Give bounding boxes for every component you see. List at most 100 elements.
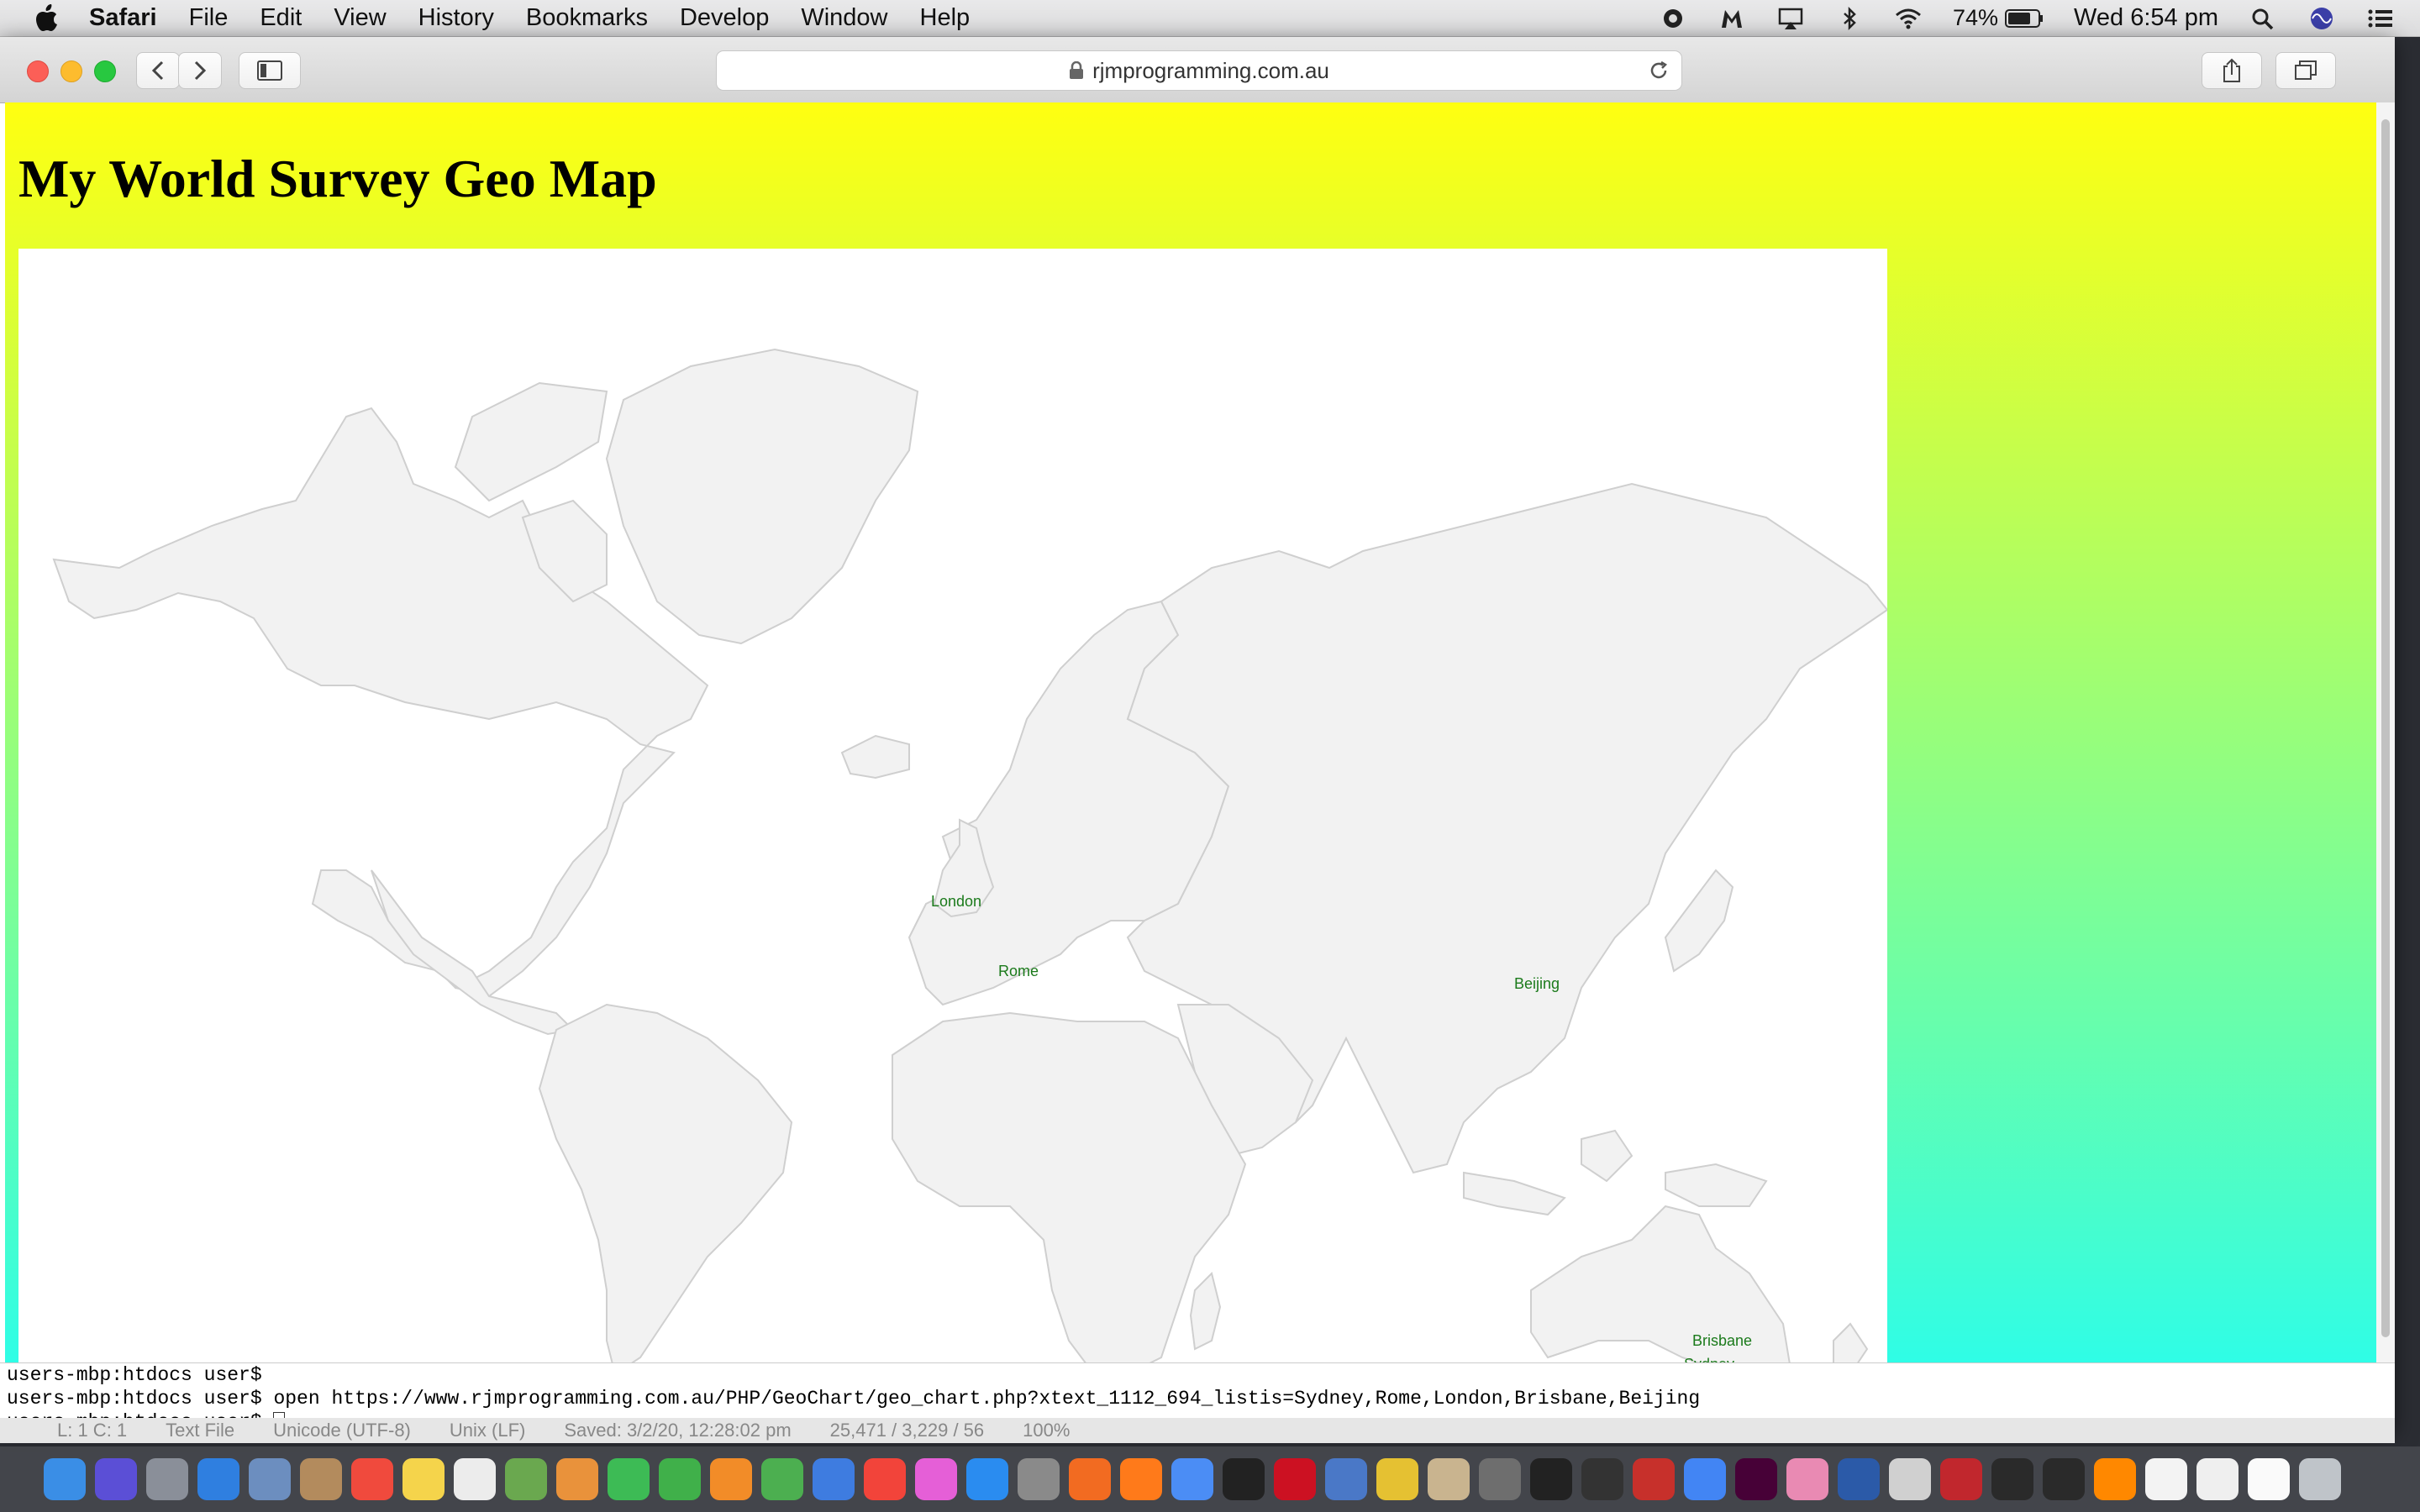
menu-history[interactable]: History	[418, 4, 494, 32]
menu-bookmarks[interactable]: Bookmarks	[526, 4, 648, 32]
finder-icon[interactable]	[44, 1458, 86, 1500]
menu-app-safari[interactable]: Safari	[89, 4, 157, 32]
itunes-icon[interactable]	[915, 1458, 957, 1500]
photo-booth-icon[interactable]	[1633, 1458, 1675, 1500]
marker-rome-label[interactable]: Rome	[998, 963, 1039, 979]
forward-button[interactable]	[178, 52, 222, 89]
address-bar[interactable]: rjmprogramming.com.au	[716, 50, 1682, 91]
marker-sydney-label[interactable]: Sydney	[1684, 1356, 1734, 1362]
north-america-shape	[52, 407, 709, 998]
terminal-line: users-mbp:htdocs user$	[7, 1364, 262, 1386]
status-zoom[interactable]: 100%	[1023, 1420, 1070, 1441]
keynote-icon[interactable]	[813, 1458, 855, 1500]
console-2-icon[interactable]	[2043, 1458, 2085, 1500]
battery-icon[interactable]	[2005, 8, 2044, 29]
sidebar-toggle-button[interactable]	[239, 52, 301, 89]
marker-beijing-label[interactable]: Beijing	[1514, 975, 1560, 992]
status-counts: 25,471 / 3,229 / 56	[829, 1420, 985, 1441]
wifi-icon[interactable]	[1894, 6, 1923, 31]
maps-icon[interactable]	[505, 1458, 547, 1500]
contacts-icon[interactable]	[300, 1458, 342, 1500]
calendar-icon[interactable]	[351, 1458, 393, 1500]
bluetooth-icon[interactable]	[1835, 6, 1864, 31]
news-icon[interactable]	[864, 1458, 906, 1500]
x11-icon[interactable]	[2094, 1458, 2136, 1500]
safari-icon[interactable]	[197, 1458, 239, 1500]
spotlight-search-icon[interactable]	[2249, 6, 2277, 31]
xd-icon[interactable]	[1735, 1458, 1777, 1500]
siri-icon[interactable]	[95, 1458, 137, 1500]
menu-help[interactable]: Help	[920, 4, 971, 32]
status-line-endings[interactable]: Unix (LF)	[450, 1420, 525, 1441]
address-text: rjmprogramming.com.au	[1092, 57, 1329, 83]
close-window-button[interactable]	[27, 60, 49, 82]
marker-brisbane-label[interactable]: Brisbane	[1692, 1332, 1752, 1349]
reminders-icon[interactable]	[454, 1458, 496, 1500]
menu-window[interactable]: Window	[801, 4, 887, 32]
messages-icon[interactable]	[608, 1458, 650, 1500]
phpstorm-icon[interactable]	[1223, 1458, 1265, 1500]
desktop-icon[interactable]	[2248, 1458, 2290, 1500]
avast-icon[interactable]	[1069, 1458, 1111, 1500]
status-file-type[interactable]: Text File	[166, 1420, 234, 1441]
south-america-shape	[538, 1003, 793, 1362]
marker-london-label[interactable]: London	[931, 893, 981, 910]
greenland-shape	[605, 348, 919, 645]
filemerge-icon[interactable]	[1838, 1458, 1880, 1500]
indonesia-shape	[1463, 1129, 1768, 1216]
colorsync-icon[interactable]	[1786, 1458, 1828, 1500]
zoom-window-button[interactable]	[94, 60, 116, 82]
apple-menu-icon[interactable]	[34, 3, 59, 33]
facetime-icon[interactable]	[659, 1458, 701, 1500]
console-icon[interactable]	[1991, 1458, 2033, 1500]
inkscape-icon[interactable]	[1581, 1458, 1623, 1500]
dock	[0, 1446, 2420, 1512]
clock[interactable]: Wed 6:54 pm	[2074, 4, 2218, 32]
preview-icon[interactable]	[1428, 1458, 1470, 1500]
system-preferences-icon[interactable]	[1018, 1458, 1060, 1500]
share-button[interactable]	[2202, 52, 2262, 89]
mail-icon[interactable]	[249, 1458, 291, 1500]
trash-icon[interactable]	[2299, 1458, 2341, 1500]
aquamacs-icon[interactable]	[1376, 1458, 1418, 1500]
opera-icon[interactable]	[1274, 1458, 1316, 1500]
automator-icon[interactable]	[1479, 1458, 1521, 1500]
airplay-icon[interactable]	[1776, 6, 1805, 31]
siri-status-icon[interactable]	[2307, 6, 2336, 31]
australia-shape	[1530, 1205, 1791, 1362]
scrollbar-thumb[interactable]	[2381, 119, 2390, 1337]
lock-icon	[1070, 61, 1084, 79]
alfred-icon[interactable]	[1659, 6, 1687, 31]
menu-edit[interactable]: Edit	[260, 4, 302, 32]
filezilla-icon[interactable]	[1940, 1458, 1982, 1500]
menu-view[interactable]: View	[334, 4, 386, 32]
geo-map[interactable]: London Rome Beijing Brisbane Sydney	[18, 249, 1887, 1362]
terminal-icon[interactable]	[1530, 1458, 1572, 1500]
malwarebytes-icon[interactable]	[1718, 6, 1746, 31]
firefox-icon[interactable]	[1120, 1458, 1162, 1500]
menu-file[interactable]: File	[189, 4, 229, 32]
launchpad-icon[interactable]	[146, 1458, 188, 1500]
chrome-icon[interactable]	[1171, 1458, 1213, 1500]
reload-icon[interactable]	[1648, 60, 1670, 81]
minimize-window-button[interactable]	[60, 60, 82, 82]
notes-icon[interactable]	[402, 1458, 445, 1500]
pages-icon[interactable]	[710, 1458, 752, 1500]
photos-icon[interactable]	[556, 1458, 598, 1500]
vertical-scrollbar[interactable]	[2376, 102, 2395, 1430]
editor-status-bar: L: 1 C: 1 Text File Unicode (UTF-8) Unix…	[0, 1418, 2395, 1443]
sequel-pro-icon[interactable]	[1325, 1458, 1367, 1500]
status-encoding[interactable]: Unicode (UTF-8)	[273, 1420, 411, 1441]
documents-icon[interactable]	[2145, 1458, 2187, 1500]
app-store-icon[interactable]	[966, 1458, 1008, 1500]
folder-icon[interactable]	[1684, 1458, 1726, 1500]
menu-develop[interactable]: Develop	[680, 4, 769, 32]
show-tabs-button[interactable]	[2275, 52, 2336, 89]
back-button[interactable]	[136, 52, 180, 89]
web-page: My World Survey Geo Map London Rome Beij…	[5, 102, 2395, 1362]
numbers-icon[interactable]	[761, 1458, 803, 1500]
downloads-icon[interactable]	[2196, 1458, 2238, 1500]
mail-2-icon[interactable]	[1889, 1458, 1931, 1500]
notification-center-icon[interactable]	[2366, 6, 2395, 31]
status-saved: Saved: 3/2/20, 12:28:02 pm	[564, 1420, 792, 1441]
